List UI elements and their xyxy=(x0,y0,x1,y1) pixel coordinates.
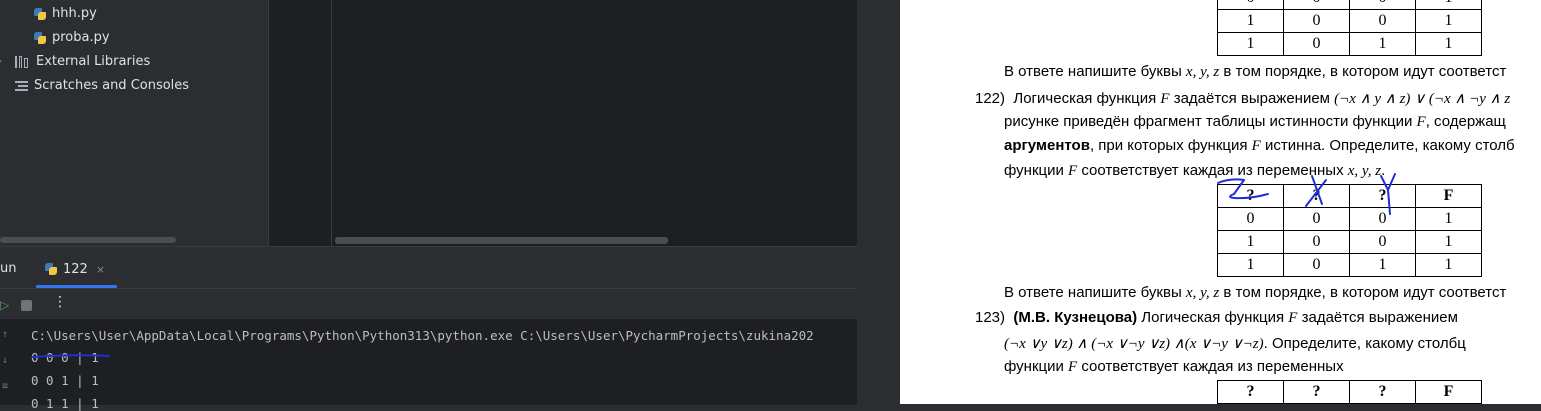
table-cell: 0 xyxy=(1349,0,1416,10)
tree-item-label: hhh.py xyxy=(52,6,97,21)
divider xyxy=(0,288,857,289)
table-cell: 0 xyxy=(1217,0,1284,10)
more-options-icon[interactable]: ⋮ xyxy=(53,294,67,310)
table-row: 0 0 0 1 xyxy=(1217,207,1482,231)
task-122-line-2: рисунке приведён фрагмент таблицы истинн… xyxy=(1004,113,1506,130)
down-arrow-icon[interactable]: ↓ xyxy=(2,355,8,366)
table-header-row: ? ? ? F xyxy=(1217,380,1482,404)
table-cell: 1 xyxy=(1415,207,1482,231)
table-row: 1 0 1 1 xyxy=(1217,32,1482,56)
tree-item-label: proba.py xyxy=(52,30,110,45)
table-cell: 0 xyxy=(1283,0,1350,10)
truth-table-123: ? ? ? F xyxy=(1217,380,1482,404)
task-123-line-3: функции F соответствует каждая из переме… xyxy=(1004,358,1344,375)
tree-item-label: External Libraries xyxy=(36,54,151,69)
table-header-cell: ? xyxy=(1349,184,1416,208)
task-122-line-4: функции F соответствует каждая из переме… xyxy=(1004,162,1386,179)
table-row: 1 0 1 1 xyxy=(1217,253,1482,277)
close-icon[interactable]: × xyxy=(96,263,105,276)
rerun-icon[interactable]: ▷ xyxy=(0,298,9,312)
table-header-cell: F xyxy=(1415,184,1482,208)
editor-horizontal-scrollbar[interactable] xyxy=(335,237,668,244)
truth-table-top: 0 0 0 1 1 0 0 1 1 0 1 1 xyxy=(1217,0,1482,56)
project-tree: hhh.py proba.py › External Libraries Scr… xyxy=(0,0,268,246)
console-output[interactable]: ↑ ↓ ≡ C:\Users\User\AppData\Local\Progra… xyxy=(0,319,857,411)
table-cell: 0 xyxy=(1349,207,1416,231)
console-toolbar: ↑ ↓ ≡ xyxy=(0,319,18,405)
run-panel-title: un xyxy=(0,261,17,276)
python-file-icon xyxy=(33,31,47,45)
table-cell: 1 xyxy=(1415,230,1482,254)
table-row: 0 0 0 1 xyxy=(1217,0,1482,10)
ide-window: hhh.py proba.py › External Libraries Scr… xyxy=(0,0,857,411)
table-cell: 1 xyxy=(1415,0,1482,10)
table-row: 1 0 0 1 xyxy=(1217,230,1482,254)
wrap-icon[interactable]: ≡ xyxy=(2,381,8,392)
table-row: 1 0 0 1 xyxy=(1217,9,1482,33)
answer-hint: В ответе напишите буквы x, y, z в том по… xyxy=(1004,284,1507,301)
table-cell: 1 xyxy=(1217,253,1284,277)
table-cell: 1 xyxy=(1415,253,1482,277)
table-header-cell: F xyxy=(1415,380,1482,404)
table-cell: 1 xyxy=(1415,32,1482,56)
tree-item-label: Scratches and Consoles xyxy=(34,78,190,93)
table-cell: 1 xyxy=(1217,230,1284,254)
python-file-icon xyxy=(44,262,58,276)
table-cell: 0 xyxy=(1283,253,1350,277)
stop-icon[interactable] xyxy=(21,300,32,311)
task-123-line-2: (¬x ∨y ∨z) ∧ (¬x ∨¬y ∨z) ∧(x ∨¬y ∨¬z). О… xyxy=(1004,335,1466,352)
up-arrow-icon[interactable]: ↑ xyxy=(2,329,8,340)
scratches-icon xyxy=(15,81,28,91)
tree-item-external-libraries[interactable]: › External Libraries xyxy=(0,51,150,73)
table-cell: 1 xyxy=(1415,9,1482,33)
console-output-line: 0 0 1 | 1 xyxy=(31,373,99,388)
tree-item-hhh[interactable]: hhh.py xyxy=(33,3,97,25)
table-header-cell: ? xyxy=(1217,380,1284,404)
task-122-line-1: 122) Логическая функция F задаётся выраж… xyxy=(975,90,1511,107)
tree-horizontal-scrollbar[interactable] xyxy=(0,237,176,243)
document-page: 0 0 0 1 1 0 0 1 1 0 1 1 В ответе напишит… xyxy=(900,0,1541,404)
chevron-right-icon[interactable]: › xyxy=(0,51,4,73)
table-cell: 0 xyxy=(1283,207,1350,231)
table-header-cell: ? xyxy=(1349,380,1416,404)
table-cell: 1 xyxy=(1349,32,1416,56)
table-cell: 1 xyxy=(1217,9,1284,33)
table-cell: 0 xyxy=(1283,9,1350,33)
tree-item-scratches[interactable]: Scratches and Consoles xyxy=(15,75,189,97)
task-123-line-1: 123) (М.В. Кузнецова) Логическая функция… xyxy=(975,309,1458,326)
table-header-cell: ? xyxy=(1283,184,1350,208)
table-header-cell: ? xyxy=(1283,380,1350,404)
table-cell: 0 xyxy=(1283,230,1350,254)
run-panel: un 122 × ▷ ⋮ ↑ ↓ ≡ C:\Users\User\AppData… xyxy=(0,246,857,411)
run-tab-label: 122 xyxy=(63,261,88,277)
console-output-line: 0 0 0 | 1 xyxy=(31,350,99,365)
table-cell: 1 xyxy=(1217,32,1284,56)
table-cell: 0 xyxy=(1217,207,1284,231)
table-cell: 0 xyxy=(1349,9,1416,33)
python-file-icon xyxy=(33,7,47,21)
window-gap xyxy=(857,0,901,404)
table-cell: 0 xyxy=(1283,32,1350,56)
library-icon xyxy=(15,56,30,68)
console-command-line: C:\Users\User\AppData\Local\Programs\Pyt… xyxy=(31,328,814,343)
editor-gutter xyxy=(268,0,332,246)
truth-table-122: ? ? ? F 0 0 0 1 1 0 0 1 1 0 1 1 xyxy=(1217,184,1482,277)
tree-item-proba[interactable]: proba.py xyxy=(33,27,110,49)
run-tab-122[interactable]: 122 × xyxy=(44,257,105,281)
table-cell: 0 xyxy=(1349,230,1416,254)
table-header-row: ? ? ? F xyxy=(1217,184,1482,208)
table-header-cell: ? xyxy=(1217,184,1284,208)
task-122-line-3: аргументов, при которых функция F истинн… xyxy=(1004,137,1515,154)
table-cell: 1 xyxy=(1349,253,1416,277)
editor-area[interactable] xyxy=(332,0,857,246)
answer-hint: В ответе напишите буквы x, y, z в том по… xyxy=(1004,63,1507,80)
